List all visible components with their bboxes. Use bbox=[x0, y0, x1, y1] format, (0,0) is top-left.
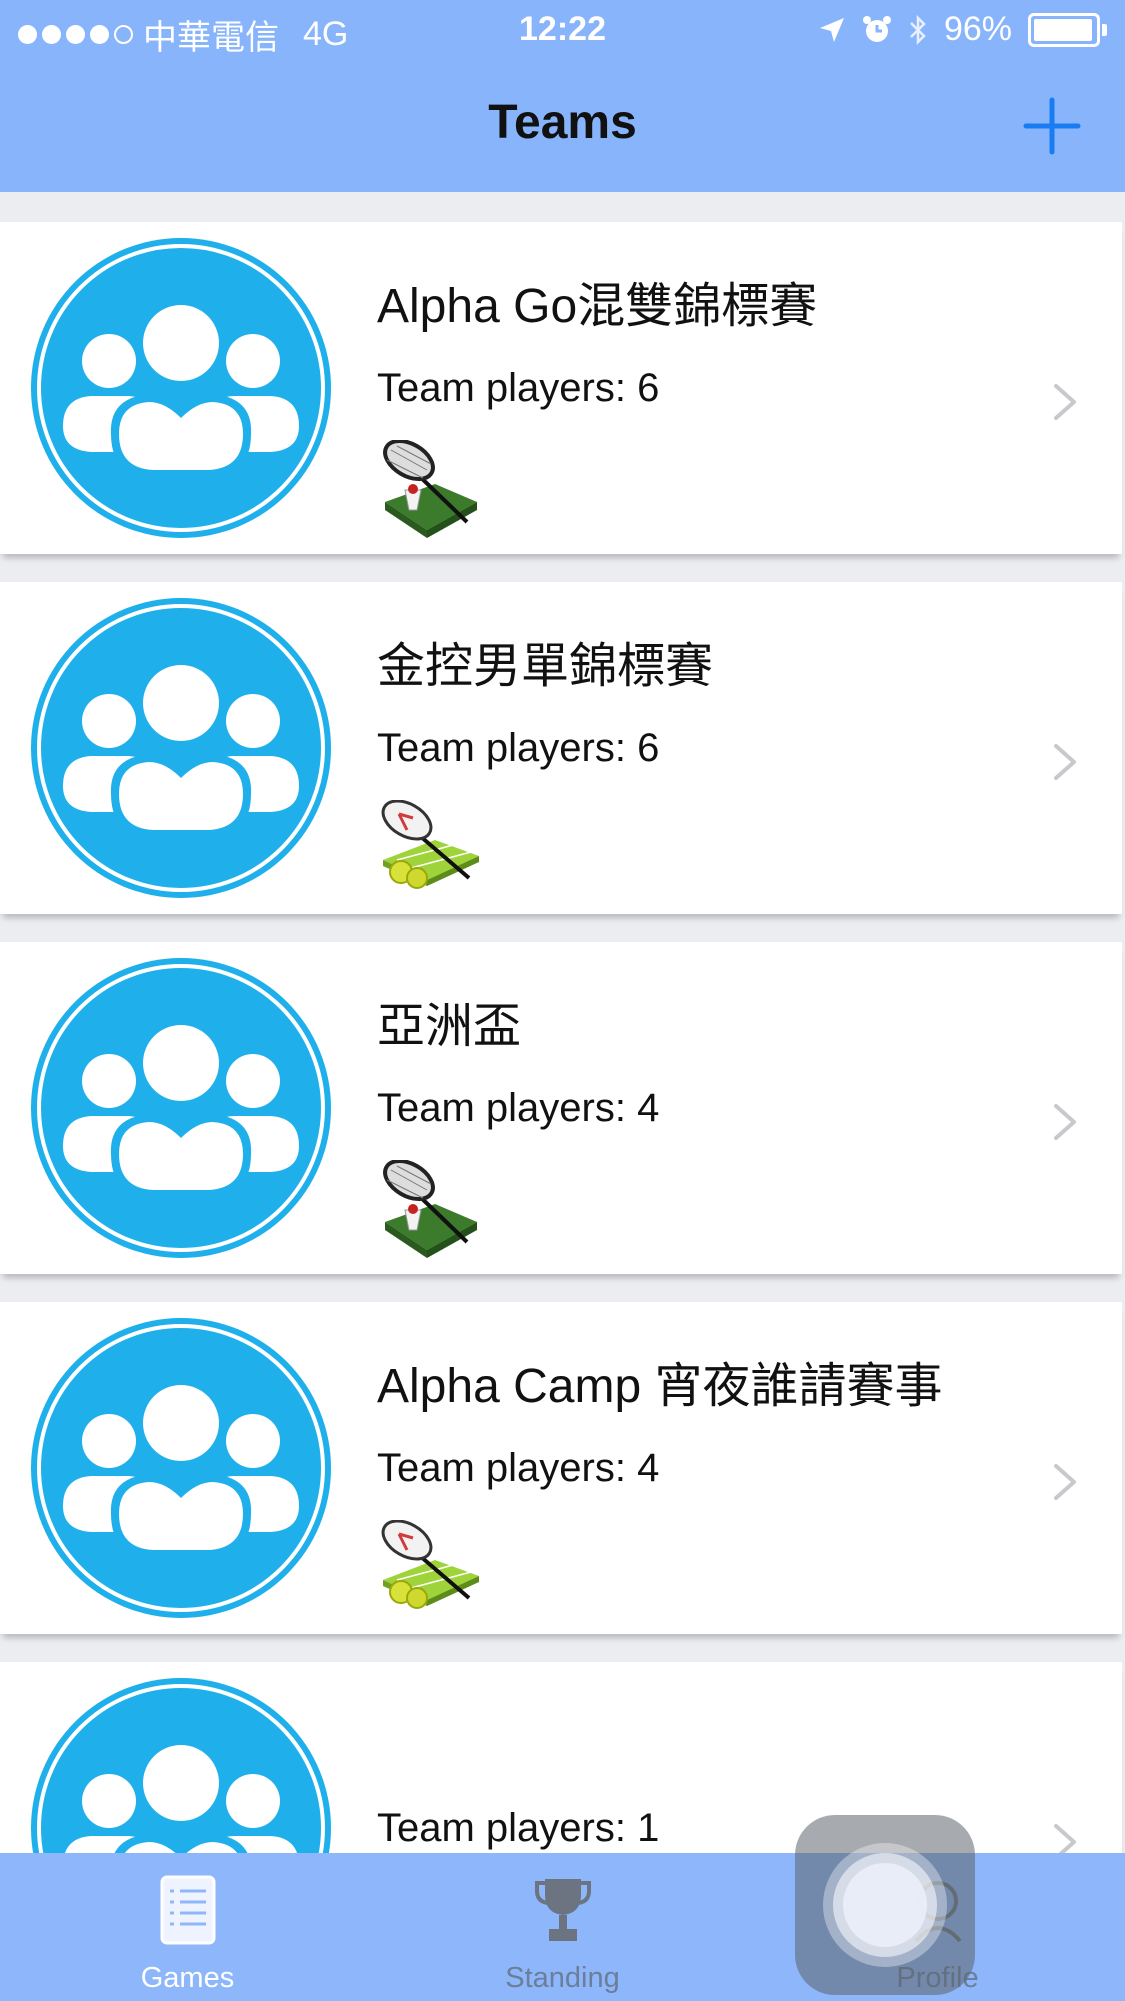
team-row[interactable]: 金控男單錦標賽 Team players: 6 bbox=[0, 582, 1122, 914]
chevron-right-icon bbox=[1054, 1464, 1076, 1500]
top-bar: 中華電信 4G 12:22 96% Teams bbox=[0, 0, 1125, 192]
tennis-icon bbox=[381, 800, 479, 889]
chevron-right-icon bbox=[1054, 1104, 1076, 1140]
team-players-count: Team players: 1 bbox=[377, 1806, 660, 1850]
team-name: Alpha Go混雙錦標賽 bbox=[377, 280, 818, 333]
team-avatar-icon bbox=[31, 1318, 331, 1618]
location-icon bbox=[819, 17, 844, 42]
team-row[interactable]: Alpha Camp 宵夜誰請賽事 Team players: 4 bbox=[0, 1302, 1122, 1634]
battery-percent: 96% bbox=[943, 10, 1012, 48]
chevron-right-icon bbox=[1054, 744, 1076, 780]
tennis-icon bbox=[381, 1520, 479, 1609]
team-players-count: Team players: 6 bbox=[377, 366, 660, 410]
team-avatar-icon bbox=[31, 238, 331, 538]
team-name: 金控男單錦標賽 bbox=[377, 640, 714, 693]
tab-games[interactable]: Games bbox=[0, 1853, 375, 2001]
trophy-icon bbox=[534, 1879, 591, 1941]
badminton-icon bbox=[383, 1160, 477, 1258]
status-right: 96% bbox=[818, 10, 1107, 49]
list-icon bbox=[160, 1875, 215, 1945]
battery-icon bbox=[1028, 12, 1107, 47]
team-name: Alpha Camp 宵夜誰請賽事 bbox=[377, 1360, 943, 1413]
tab-standing-label: Standing bbox=[505, 1962, 620, 1994]
chevron-right-icon bbox=[1054, 384, 1076, 420]
status-bar: 中華電信 4G 12:22 96% bbox=[0, 0, 1125, 64]
team-players-count: Team players: 6 bbox=[377, 726, 660, 770]
assistive-touch-button[interactable] bbox=[795, 1815, 975, 1995]
badminton-icon bbox=[383, 440, 477, 538]
page-title: Teams bbox=[488, 96, 637, 149]
team-name: 亞洲盃 bbox=[377, 1000, 522, 1053]
add-team-button[interactable] bbox=[1022, 96, 1082, 156]
team-avatar-icon bbox=[31, 598, 331, 898]
team-players-count: Team players: 4 bbox=[377, 1086, 660, 1130]
alarm-icon bbox=[862, 15, 891, 42]
team-avatar-icon bbox=[31, 958, 331, 1258]
team-players-count: Team players: 4 bbox=[377, 1446, 660, 1490]
team-row[interactable]: Alpha Go混雙錦標賽 Team players: 6 bbox=[0, 222, 1122, 554]
tab-standing[interactable]: Standing bbox=[375, 1853, 750, 2001]
bluetooth-icon bbox=[910, 14, 926, 45]
team-row[interactable]: 亞洲盃 Team players: 4 bbox=[0, 942, 1122, 1274]
tab-games-label: Games bbox=[140, 1962, 235, 1994]
